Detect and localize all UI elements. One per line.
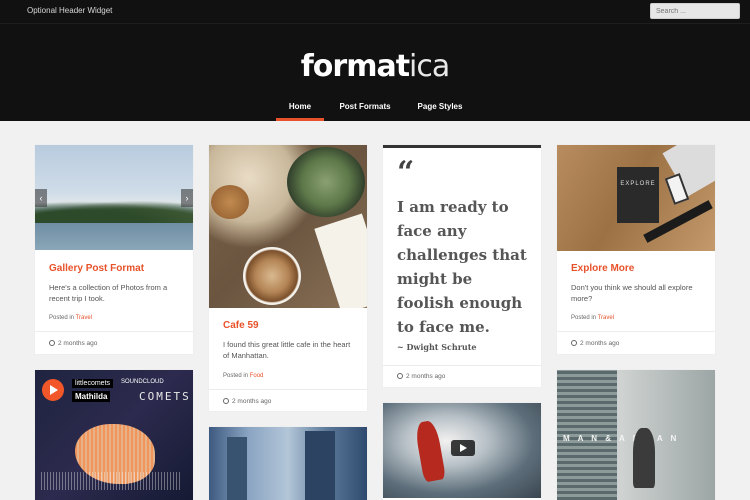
post-date: 2 months ago <box>397 373 445 380</box>
cafe-image-coffee <box>243 247 301 305</box>
posted-in-label: Posted in <box>223 373 249 379</box>
soundcloud-logo[interactable]: SOUNDCLOUD <box>121 379 164 385</box>
divider <box>557 331 715 332</box>
audio-artist[interactable]: littlecomets <box>72 379 114 388</box>
posted-in-label: Posted in <box>49 315 75 321</box>
post-category-link[interactable]: Travel <box>76 315 92 321</box>
street-image-sign: M A N & A R I A N <box>563 434 680 443</box>
logo-part-1: format <box>300 49 410 84</box>
play-button[interactable] <box>42 379 64 401</box>
post-card-audio: littlecomets Mathilda SOUNDCLOUD COMETS <box>35 370 193 500</box>
post-date-text: 2 months ago <box>232 398 272 405</box>
video-play-button[interactable] <box>451 440 475 456</box>
gallery-image[interactable]: ‹ › <box>35 145 193 250</box>
clock-icon <box>571 340 577 346</box>
post-category-link[interactable]: Travel <box>598 315 614 321</box>
post-card-quote: “ I am ready to face any challenges that… <box>383 145 541 387</box>
header-widget-text: Optional Header Widget <box>27 6 113 15</box>
gallery-next-button[interactable]: › <box>181 189 193 207</box>
post-title[interactable]: Cafe 59 <box>223 320 259 331</box>
audio-player: littlecomets Mathilda SOUNDCLOUD COMETS <box>35 370 193 500</box>
site-header: formatica Home Post Formats Page Styles <box>0 24 750 121</box>
explore-image[interactable]: EXPLORE <box>557 145 715 251</box>
clock-icon <box>223 398 229 404</box>
audio-art-text: COMETS <box>139 390 191 403</box>
city-image-building <box>305 431 335 500</box>
divider <box>209 389 367 390</box>
post-excerpt: I found this great little cafe in the he… <box>223 340 351 360</box>
post-category-line: Posted in Food <box>223 373 263 379</box>
post-card-gallery: ‹ › Gallery Post Format Here's a collect… <box>35 145 193 354</box>
book-label: EXPLORE <box>620 181 656 187</box>
main-nav: Home Post Formats Page Styles <box>0 100 750 121</box>
site-logo[interactable]: formatica <box>0 49 750 84</box>
city-image[interactable] <box>209 427 367 500</box>
gallery-prev-button[interactable]: ‹ <box>35 189 47 207</box>
video-thumbnail-figure <box>413 419 447 483</box>
logo-part-2: ica <box>409 49 450 84</box>
cafe-image-menu <box>314 213 367 308</box>
city-image-building <box>227 437 247 500</box>
post-date: 2 months ago <box>571 340 619 347</box>
post-category-link[interactable]: Food <box>250 373 264 379</box>
search-input[interactable] <box>650 3 740 19</box>
clock-icon <box>49 340 55 346</box>
cafe-image-muffin <box>211 185 249 219</box>
nav-page-styles[interactable]: Page Styles <box>417 102 463 111</box>
post-excerpt: Don't you think we should all explore mo… <box>571 283 693 303</box>
street-image-person <box>633 428 655 488</box>
quote-author: ~ Dwight Schrute <box>397 342 477 352</box>
post-date: 2 months ago <box>49 340 97 347</box>
audio-track-title[interactable]: Mathilda <box>72 391 111 402</box>
quote-icon: “ <box>397 155 415 190</box>
street-image[interactable]: M A N & A R I A N <box>557 370 715 500</box>
post-date-text: 2 months ago <box>406 373 446 380</box>
post-title[interactable]: Gallery Post Format <box>49 263 144 274</box>
post-excerpt: Here's a collection of Photos from a rec… <box>49 283 168 303</box>
post-card-street: M A N & A R I A N <box>557 370 715 500</box>
post-card-city <box>209 427 367 500</box>
post-date: 2 months ago <box>223 398 271 405</box>
nav-home[interactable]: Home <box>276 102 324 121</box>
gallery-image-trees <box>35 201 193 223</box>
clock-icon <box>397 373 403 379</box>
video-thumbnail[interactable] <box>383 403 541 498</box>
divider <box>35 331 193 332</box>
post-card-cafe: Cafe 59 I found this great little cafe i… <box>209 145 367 411</box>
top-bar: Optional Header Widget <box>0 0 750 24</box>
post-title[interactable]: Explore More <box>571 263 634 274</box>
post-date-text: 2 months ago <box>58 340 98 347</box>
cafe-image-plant <box>287 147 365 217</box>
audio-waveform[interactable] <box>41 472 181 490</box>
post-date-text: 2 months ago <box>580 340 620 347</box>
posted-in-label: Posted in <box>571 315 597 321</box>
quote-top-border <box>383 145 541 148</box>
cafe-image[interactable] <box>209 145 367 308</box>
post-card-video <box>383 403 541 500</box>
explore-image-book: EXPLORE <box>617 167 659 223</box>
post-category-line: Posted in Travel <box>49 315 92 321</box>
gallery-image-water <box>35 223 193 250</box>
nav-post-formats[interactable]: Post Formats <box>339 102 391 111</box>
divider <box>383 365 541 366</box>
quote-text: I am ready to face any challenges that m… <box>397 198 527 336</box>
post-category-line: Posted in Travel <box>571 315 614 321</box>
post-card-explore: EXPLORE Explore More Don't you think we … <box>557 145 715 354</box>
